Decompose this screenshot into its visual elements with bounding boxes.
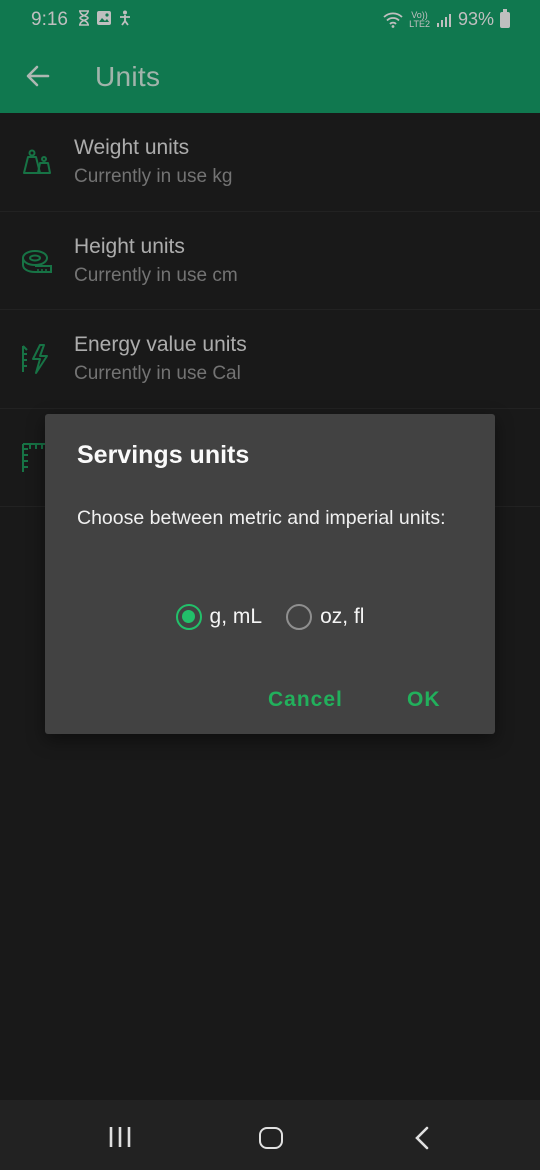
radio-label: g, mL <box>209 605 263 628</box>
dialog-message: Choose between metric and imperial units… <box>77 507 446 529</box>
radio-label: oz, fl <box>320 605 365 628</box>
radio-option-metric[interactable]: g, mL <box>175 604 263 630</box>
dialog-title: Servings units <box>77 441 250 469</box>
recents-icon[interactable] <box>108 1126 132 1148</box>
radio-option-imperial[interactable]: oz, fl <box>286 604 364 630</box>
radio-unchecked-icon[interactable] <box>286 604 313 630</box>
servings-units-dialog: Servings units Choose between metric and… <box>45 414 495 734</box>
system-nav-bar <box>0 1100 540 1170</box>
ok-button[interactable]: OK <box>407 688 441 712</box>
nav-back-icon[interactable] <box>413 1126 433 1150</box>
units-radio-group: g, mL oz, fl <box>45 604 495 630</box>
home-icon[interactable] <box>259 1127 283 1149</box>
cancel-button[interactable]: Cancel <box>268 688 343 712</box>
radio-checked-icon[interactable] <box>175 604 202 630</box>
